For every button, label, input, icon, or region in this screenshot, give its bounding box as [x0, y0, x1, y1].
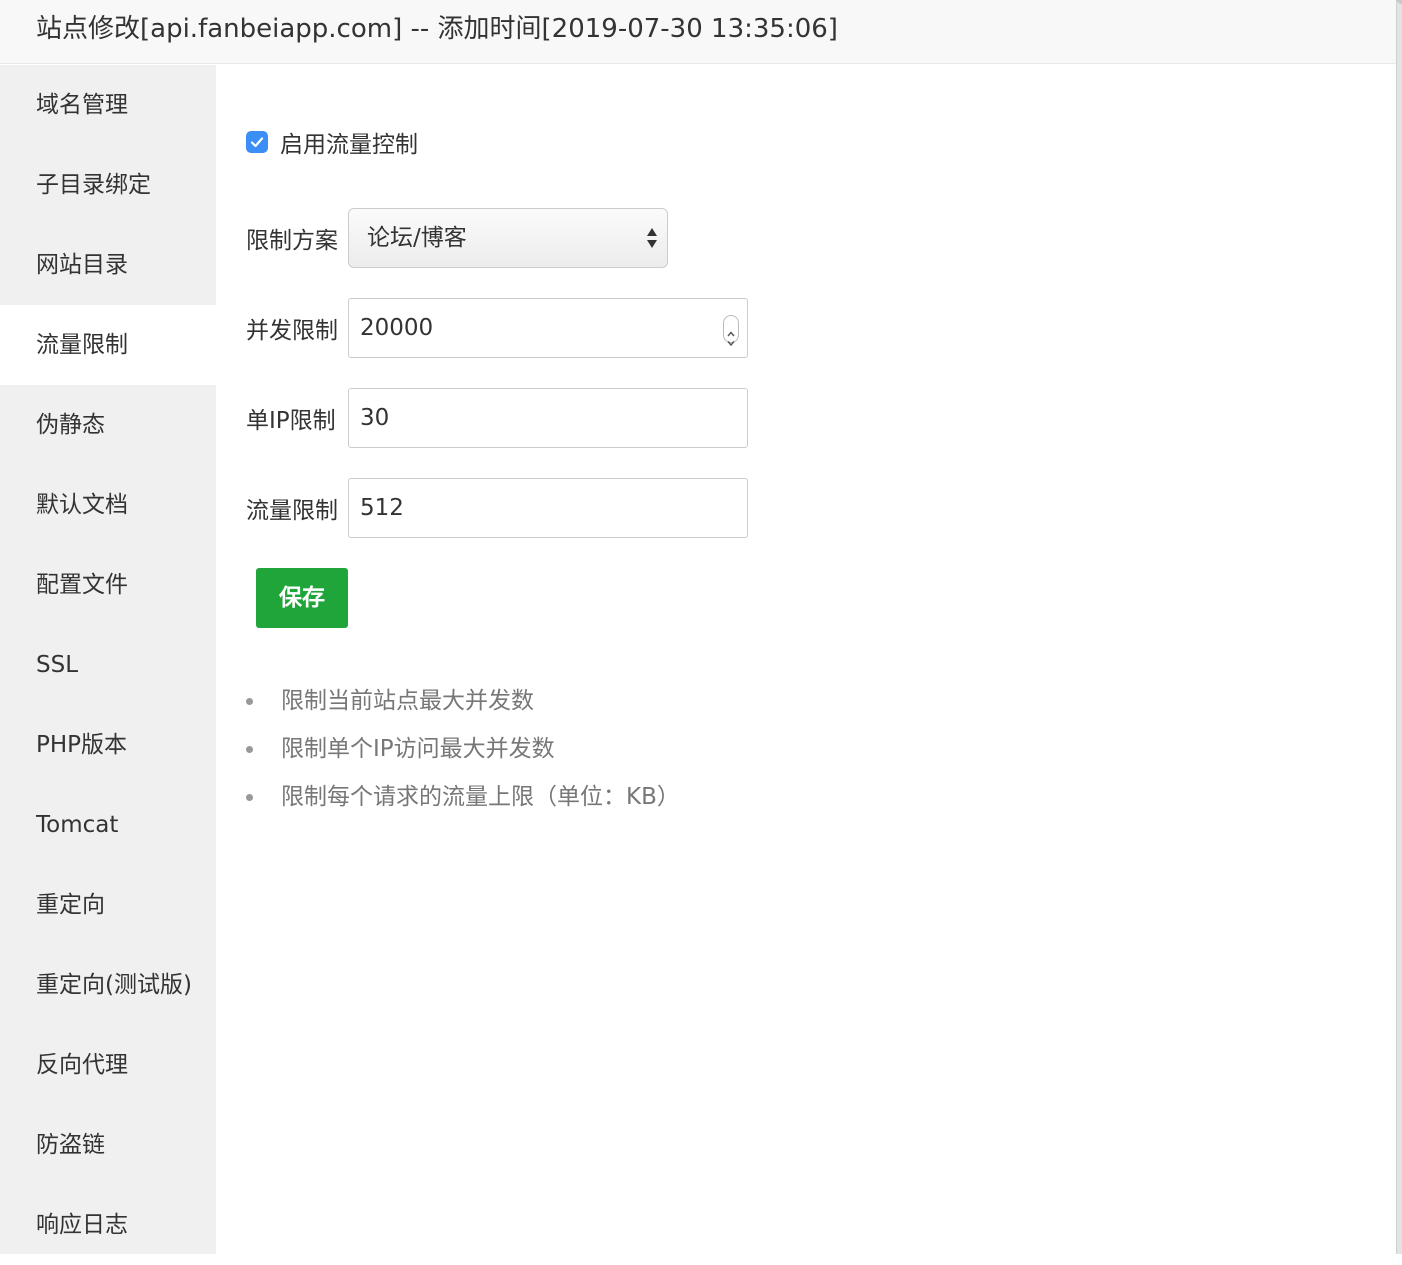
- stepper-arrows-icon: [727, 331, 735, 347]
- limit-plan-row: 限制方案 论坛/博客: [246, 208, 668, 268]
- sidebar-item-hotlink-protection[interactable]: 防盗链: [0, 1105, 216, 1185]
- per-ip-limit-label: 单IP限制: [246, 408, 336, 434]
- save-button[interactable]: 保存: [256, 568, 348, 628]
- traffic-limit-panel: 启用流量控制 限制方案 论坛/博客 并发限制 20000 单IP限制 30 流量…: [216, 65, 1396, 1254]
- sidebar-item-php-version[interactable]: PHP版本: [0, 705, 216, 785]
- per-ip-limit-value: 30: [360, 405, 390, 431]
- per-ip-limit-row: 单IP限制 30: [246, 388, 748, 448]
- sidebar-item-redirect-beta[interactable]: 重定向(测试版): [0, 945, 216, 1025]
- select-updown-arrows-icon: [647, 228, 657, 248]
- checkmark-icon: [250, 137, 264, 148]
- sidebar-item-response-log[interactable]: 响应日志: [0, 1185, 216, 1265]
- background-page-edge: [1396, 0, 1402, 1254]
- sidebar-item-redirect[interactable]: 重定向: [0, 865, 216, 945]
- help-tips-list: 限制当前站点最大并发数 限制单个IP访问最大并发数 限制每个请求的流量上限（单位…: [246, 677, 680, 821]
- per-ip-limit-input[interactable]: 30: [348, 388, 748, 448]
- sidebar-item-default-document[interactable]: 默认文档: [0, 465, 216, 545]
- sidebar-item-config-file[interactable]: 配置文件: [0, 545, 216, 625]
- concurrent-limit-label: 并发限制: [246, 318, 338, 344]
- bullet-icon: [246, 698, 253, 705]
- limit-plan-label: 限制方案: [246, 228, 338, 254]
- settings-sidebar: 域名管理 子目录绑定 网站目录 流量限制 伪静态 默认文档 配置文件 SSL P…: [0, 65, 216, 1254]
- sidebar-item-site-directory[interactable]: 网站目录: [0, 225, 216, 305]
- traffic-limit-value: 512: [360, 495, 404, 521]
- help-tip: 限制每个请求的流量上限（单位：KB）: [246, 773, 680, 821]
- sidebar-item-reverse-proxy[interactable]: 反向代理: [0, 1025, 216, 1105]
- bullet-icon: [246, 746, 253, 753]
- concurrent-limit-input[interactable]: 20000: [348, 298, 748, 358]
- close-icon[interactable]: [1396, 0, 1402, 4]
- help-tip: 限制当前站点最大并发数: [246, 677, 680, 725]
- enable-traffic-control-label: 启用流量控制: [280, 132, 418, 158]
- limit-plan-selected-value: 论坛/博客: [367, 225, 467, 251]
- enable-traffic-control-row[interactable]: 启用流量控制: [246, 127, 418, 158]
- traffic-limit-label: 流量限制: [246, 498, 338, 524]
- traffic-limit-row: 流量限制 512: [246, 478, 748, 538]
- site-edit-dialog: 站点修改[api.fanbeiapp.com] -- 添加时间[2019-07-…: [0, 0, 1396, 1254]
- limit-plan-select[interactable]: 论坛/博客: [348, 208, 668, 268]
- sidebar-item-rewrite[interactable]: 伪静态: [0, 385, 216, 465]
- help-tip: 限制单个IP访问最大并发数: [246, 725, 680, 773]
- concurrent-limit-value: 20000: [360, 315, 434, 341]
- dialog-titlebar[interactable]: 站点修改[api.fanbeiapp.com] -- 添加时间[2019-07-…: [0, 0, 1396, 64]
- sidebar-item-subdirectory[interactable]: 子目录绑定: [0, 145, 216, 225]
- number-stepper[interactable]: [723, 315, 739, 347]
- sidebar-item-domain[interactable]: 域名管理: [0, 65, 216, 145]
- bullet-icon: [246, 794, 253, 801]
- sidebar-item-tomcat[interactable]: Tomcat: [0, 785, 216, 865]
- enable-traffic-control-checkbox[interactable]: [246, 131, 268, 153]
- concurrent-limit-row: 并发限制 20000: [246, 298, 748, 358]
- traffic-limit-input[interactable]: 512: [348, 478, 748, 538]
- sidebar-item-traffic-limit[interactable]: 流量限制: [0, 305, 216, 385]
- sidebar-item-ssl[interactable]: SSL: [0, 625, 216, 705]
- dialog-title: 站点修改[api.fanbeiapp.com] -- 添加时间[2019-07-…: [36, 14, 838, 44]
